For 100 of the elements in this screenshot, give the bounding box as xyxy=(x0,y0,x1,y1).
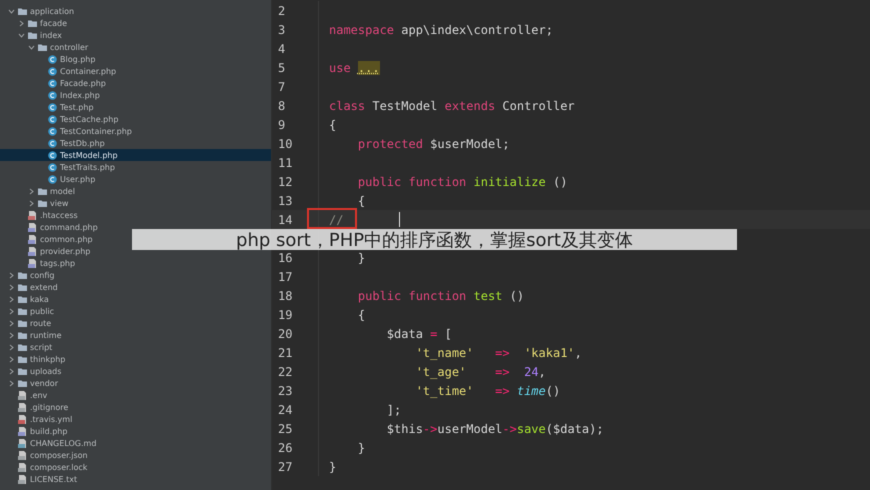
line-number: 24 xyxy=(277,402,294,416)
code-text: ]; xyxy=(386,402,402,416)
tree-item[interactable]: .env xyxy=(0,389,52,401)
tree-item[interactable]: Facade.php xyxy=(0,77,110,89)
class-icon xyxy=(48,78,57,88)
line-number: 14 xyxy=(277,212,294,226)
tree-item[interactable]: TestContainer.php xyxy=(0,125,136,137)
tree-item[interactable]: Test.php xyxy=(0,101,98,113)
file-icon xyxy=(18,474,27,484)
code-text: $this->userModel->save($data); xyxy=(386,422,604,436)
chevron-right-icon[interactable] xyxy=(18,20,25,26)
file-icon xyxy=(28,210,37,220)
tree-item[interactable]: runtime xyxy=(0,329,66,341)
tree-item[interactable]: User.php xyxy=(0,173,100,185)
line-number: 8 xyxy=(277,98,286,112)
class-icon xyxy=(48,54,57,64)
code-text: public function test () xyxy=(356,288,524,302)
tree-item[interactable]: vendor xyxy=(0,377,62,389)
line-number: 16 xyxy=(277,250,294,264)
tree-item[interactable]: tags.php xyxy=(0,257,80,269)
tree-item[interactable]: public xyxy=(0,305,58,317)
code-text: protected $userModel; xyxy=(356,136,510,150)
line-number: 5 xyxy=(277,60,286,74)
file-icon xyxy=(28,222,37,232)
tree-item[interactable]: CHANGELOG.md xyxy=(0,437,100,449)
class-icon xyxy=(48,102,57,112)
tree-item[interactable]: route xyxy=(0,317,56,329)
tree-item[interactable]: uploads xyxy=(0,365,66,377)
code-text: } xyxy=(356,250,366,264)
class-icon xyxy=(48,138,57,148)
file-icon xyxy=(18,462,27,472)
tree-item[interactable]: view xyxy=(0,197,72,209)
code-text: 't_name' => 'kaka1', xyxy=(414,346,582,360)
tree-item[interactable]: config xyxy=(0,269,58,281)
line-number: 7 xyxy=(277,80,286,94)
tree-item[interactable]: .htaccess xyxy=(0,209,82,221)
tree-item[interactable]: composer.json xyxy=(0,449,92,461)
caption-banner: php sort，PHP中的排序函数，掌握sort及其变体 xyxy=(132,229,737,250)
line-number: 27 xyxy=(277,460,294,474)
tree-item[interactable]: TestDb.php xyxy=(0,137,109,149)
line-number: 3 xyxy=(277,22,286,36)
file-icon xyxy=(18,402,27,412)
tree-item[interactable]: index xyxy=(0,29,66,41)
tree-item[interactable]: script xyxy=(0,341,56,353)
line-number: 23 xyxy=(277,384,294,398)
tree-item[interactable]: LICENSE.txt xyxy=(0,473,82,485)
tree-item[interactable]: Container.php xyxy=(0,65,120,77)
tree-item[interactable]: .gitignore xyxy=(0,401,72,413)
tree-item[interactable]: model xyxy=(0,185,79,197)
tree-item[interactable]: application xyxy=(0,5,78,17)
line-number: 13 xyxy=(277,194,294,208)
line-number: 26 xyxy=(277,440,294,454)
line-number: 11 xyxy=(277,156,294,170)
code-text: 't_age' => 24, xyxy=(414,364,546,378)
code-text: { xyxy=(356,308,366,322)
tree-item[interactable]: TestCache.php xyxy=(0,113,122,125)
tree-item[interactable]: extend xyxy=(0,281,62,293)
line-number: 12 xyxy=(277,174,294,188)
line-number: 10 xyxy=(277,136,294,150)
code-text: namespace app\index\controller; xyxy=(329,22,553,36)
tree-item[interactable]: Blog.php xyxy=(0,53,100,65)
tree-item[interactable]: TestModel.php xyxy=(0,149,271,161)
class-icon xyxy=(48,114,57,124)
line-number: 18 xyxy=(277,288,294,302)
line-number: 20 xyxy=(277,326,294,340)
class-icon xyxy=(48,66,57,76)
tree-item[interactable]: command.php xyxy=(0,221,102,233)
line-number: 9 xyxy=(277,118,286,132)
tree-item[interactable]: controller xyxy=(0,41,92,53)
tree-item[interactable]: kaka xyxy=(0,293,53,305)
line-number: 17 xyxy=(277,270,294,284)
tree-item[interactable]: thinkphp xyxy=(0,353,70,365)
class-icon xyxy=(48,126,57,136)
tree-item[interactable]: .travis.yml xyxy=(0,413,76,425)
class-icon xyxy=(48,174,57,184)
chevron-down-icon[interactable] xyxy=(8,8,15,14)
code-text: // xyxy=(329,212,344,226)
tree-item[interactable]: TestTraits.php xyxy=(0,161,119,173)
code-text: { xyxy=(356,194,366,208)
file-icon xyxy=(18,438,27,448)
code-text: } xyxy=(329,460,336,474)
tree-item[interactable]: build.php xyxy=(0,425,72,437)
code-text: use ... xyxy=(329,60,380,74)
file-icon xyxy=(28,234,37,244)
file-icon xyxy=(18,390,27,400)
line-number: 2 xyxy=(277,4,286,18)
code-text: { xyxy=(329,118,336,132)
line-number: 19 xyxy=(277,308,294,322)
class-icon xyxy=(48,162,57,172)
tree-item[interactable]: composer.lock xyxy=(0,461,92,473)
code-text: class TestModel extends Controller xyxy=(329,98,575,112)
tree-item[interactable]: facade xyxy=(0,17,72,29)
tree-item[interactable]: provider.php xyxy=(0,245,94,257)
highlight-rectangle xyxy=(307,208,357,229)
tree-item[interactable]: common.php xyxy=(0,233,97,245)
file-icon xyxy=(28,246,37,256)
code-text: $data = [ xyxy=(386,326,452,340)
code-text: public function initialize () xyxy=(356,174,568,188)
tree-item[interactable]: Index.php xyxy=(0,89,104,101)
file-icon xyxy=(18,450,27,460)
